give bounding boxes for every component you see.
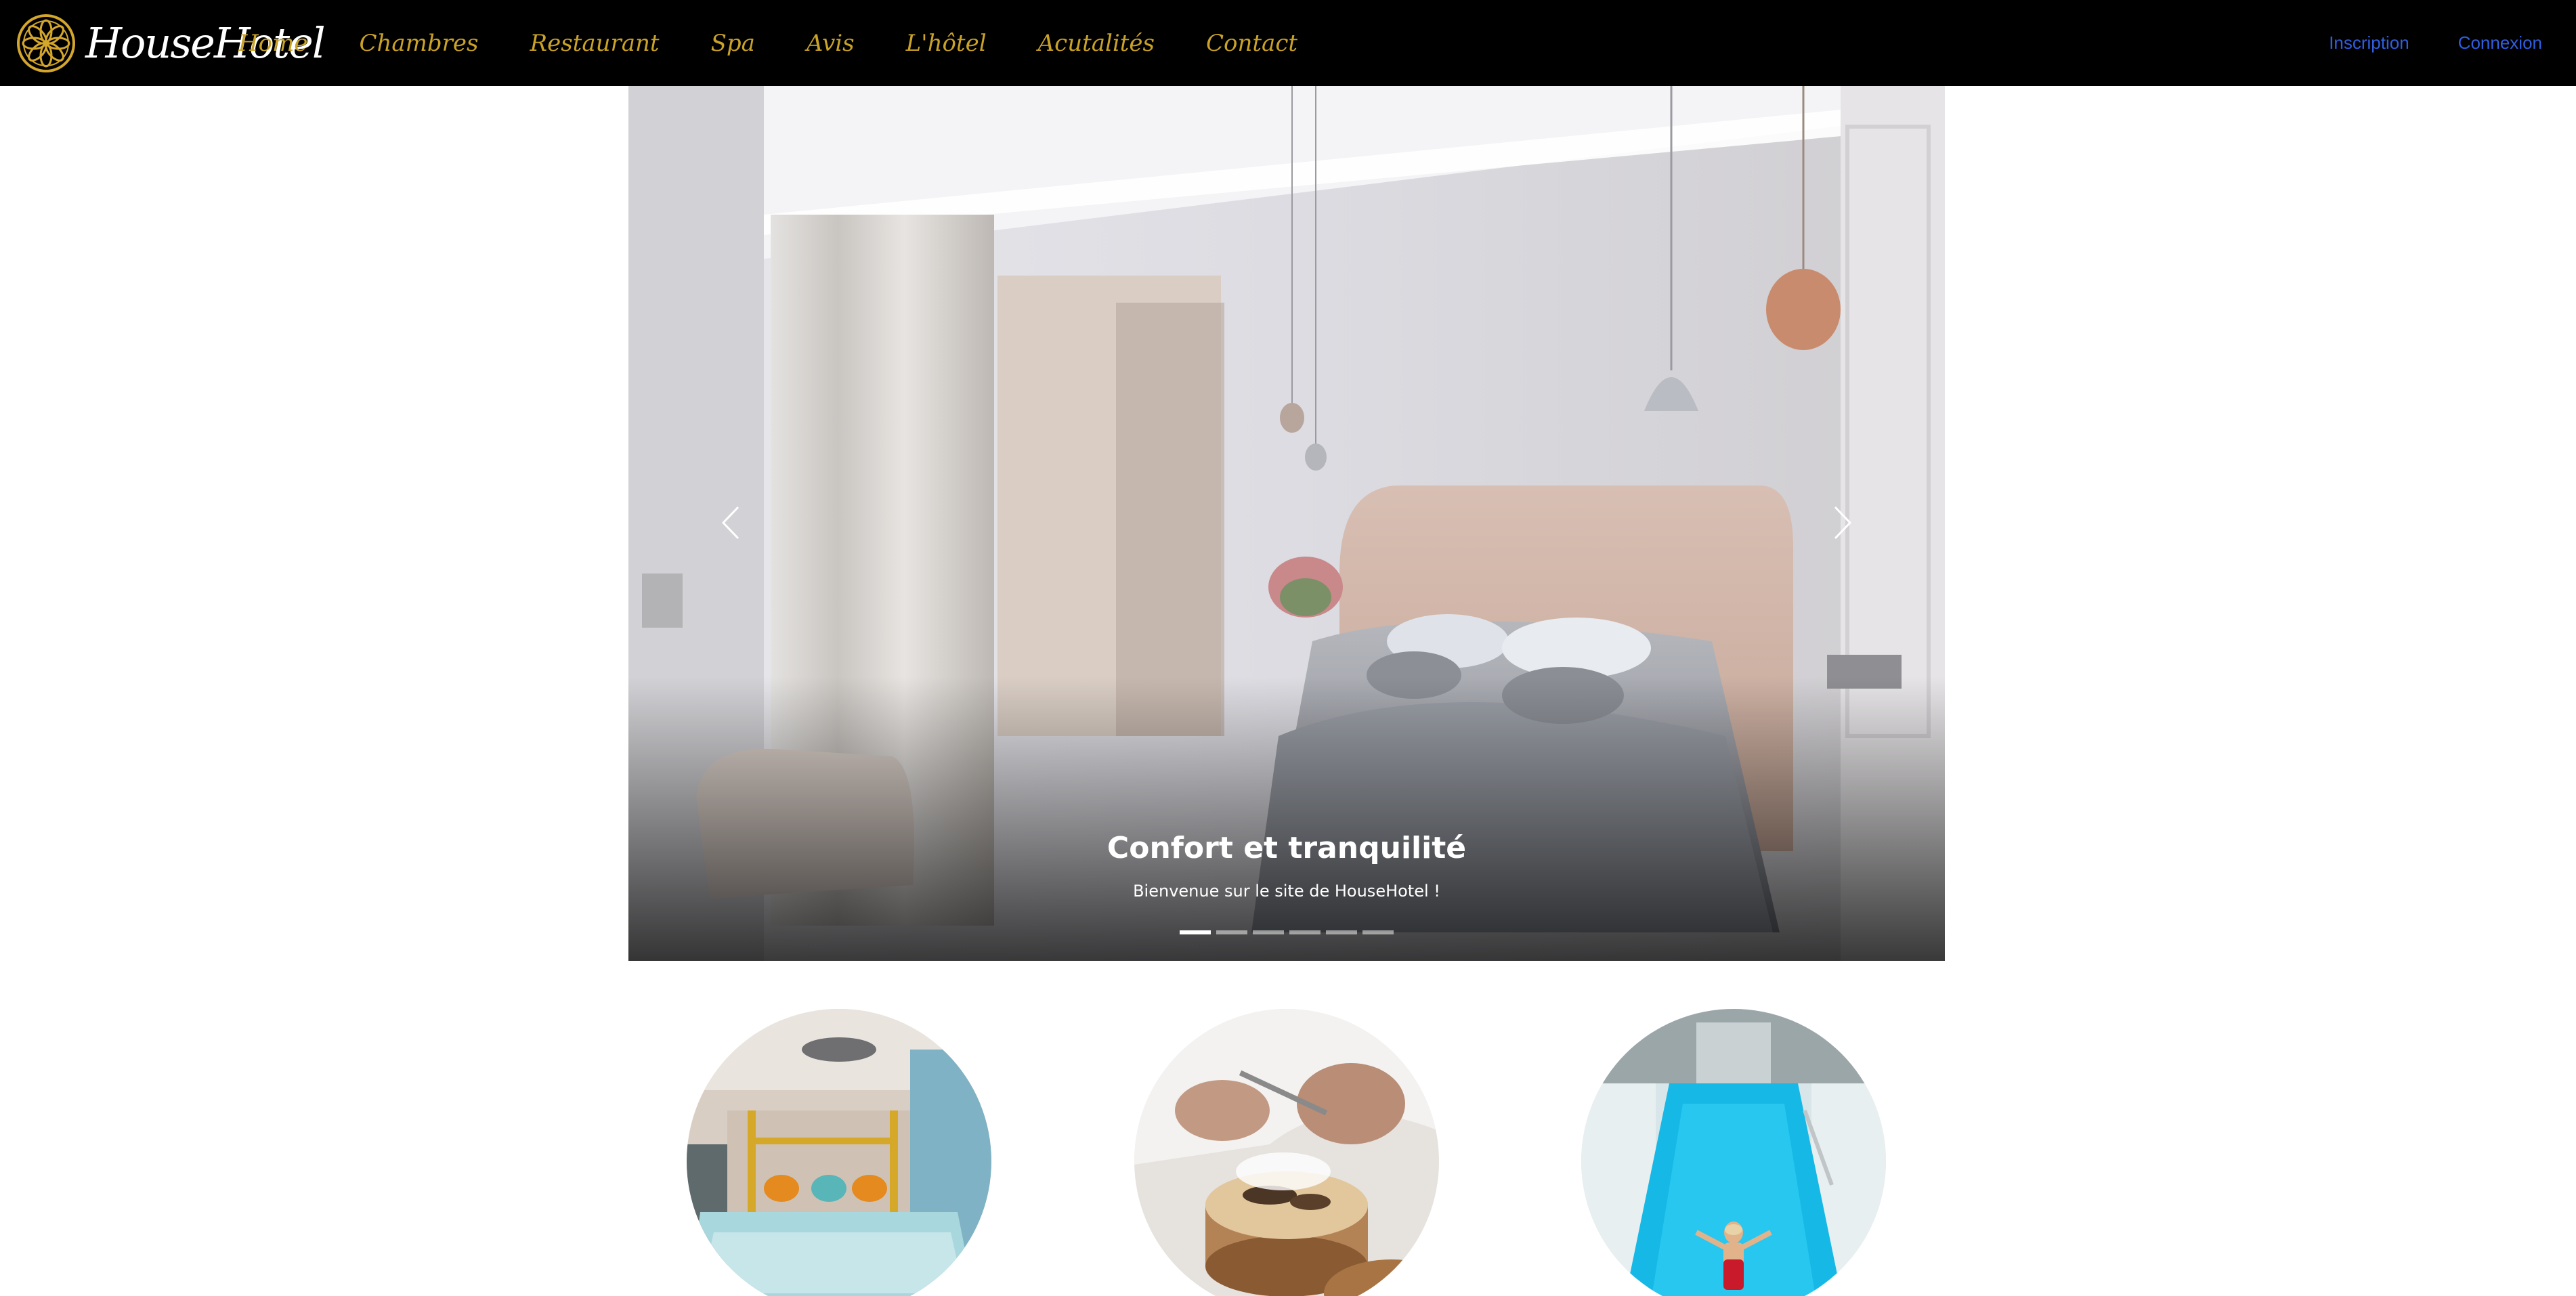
nav-item-chambres[interactable]: Chambres (359, 30, 478, 57)
nav-item-hotel[interactable]: L'hôtel (906, 30, 987, 57)
hero-subtitle: Bienvenue sur le site de HouseHotel ! (1133, 882, 1440, 901)
carousel-indicator[interactable] (1180, 930, 1211, 934)
auth-links: Inscription Connexion (2280, 0, 2542, 86)
chef-plating-photo (1134, 1009, 1439, 1296)
swimming-pool-photo (1581, 1009, 1886, 1296)
main-nav: Home Chambres Restaurant Spa Avis L'hôte… (238, 0, 1349, 86)
carousel-indicator[interactable] (1253, 930, 1284, 934)
nav-item-restaurant[interactable]: Restaurant (530, 30, 660, 57)
chevron-left-icon (721, 506, 739, 540)
chevron-right-icon (1834, 506, 1852, 540)
carousel-indicators (628, 930, 1945, 934)
login-link[interactable]: Connexion (2458, 33, 2542, 53)
carousel-indicator[interactable] (1362, 930, 1394, 934)
nav-item-contact[interactable]: Contact (1206, 30, 1297, 57)
bedroom-photo (687, 1009, 991, 1296)
nav-item-avis[interactable]: Avis (807, 30, 855, 57)
nav-item-spa[interactable]: Spa (711, 30, 755, 57)
feature-restaurant-image[interactable] (1134, 1009, 1439, 1296)
navbar: HouseHotel Home Chambres Restaurant Spa … (0, 0, 2576, 86)
signup-link[interactable]: Inscription (2329, 33, 2409, 53)
nav-item-home[interactable]: Home (238, 30, 307, 57)
feature-spa-image[interactable] (1581, 1009, 1886, 1296)
carousel-indicator[interactable] (1216, 930, 1247, 934)
hero-carousel: Confort et tranquilité Bienvenue sur le … (628, 86, 1945, 961)
carousel-indicator[interactable] (1326, 930, 1357, 934)
carousel-next-button[interactable] (1823, 492, 1864, 553)
nav-item-actualites[interactable]: Acutalités (1038, 30, 1155, 57)
flower-mandala-icon (17, 14, 75, 72)
carousel-prev-button[interactable] (710, 492, 750, 553)
carousel-indicator[interactable] (1289, 930, 1321, 934)
hero-title: Confort et tranquilité (1107, 831, 1467, 865)
caption-gradient (628, 676, 1945, 961)
feature-room-image[interactable] (687, 1009, 991, 1296)
